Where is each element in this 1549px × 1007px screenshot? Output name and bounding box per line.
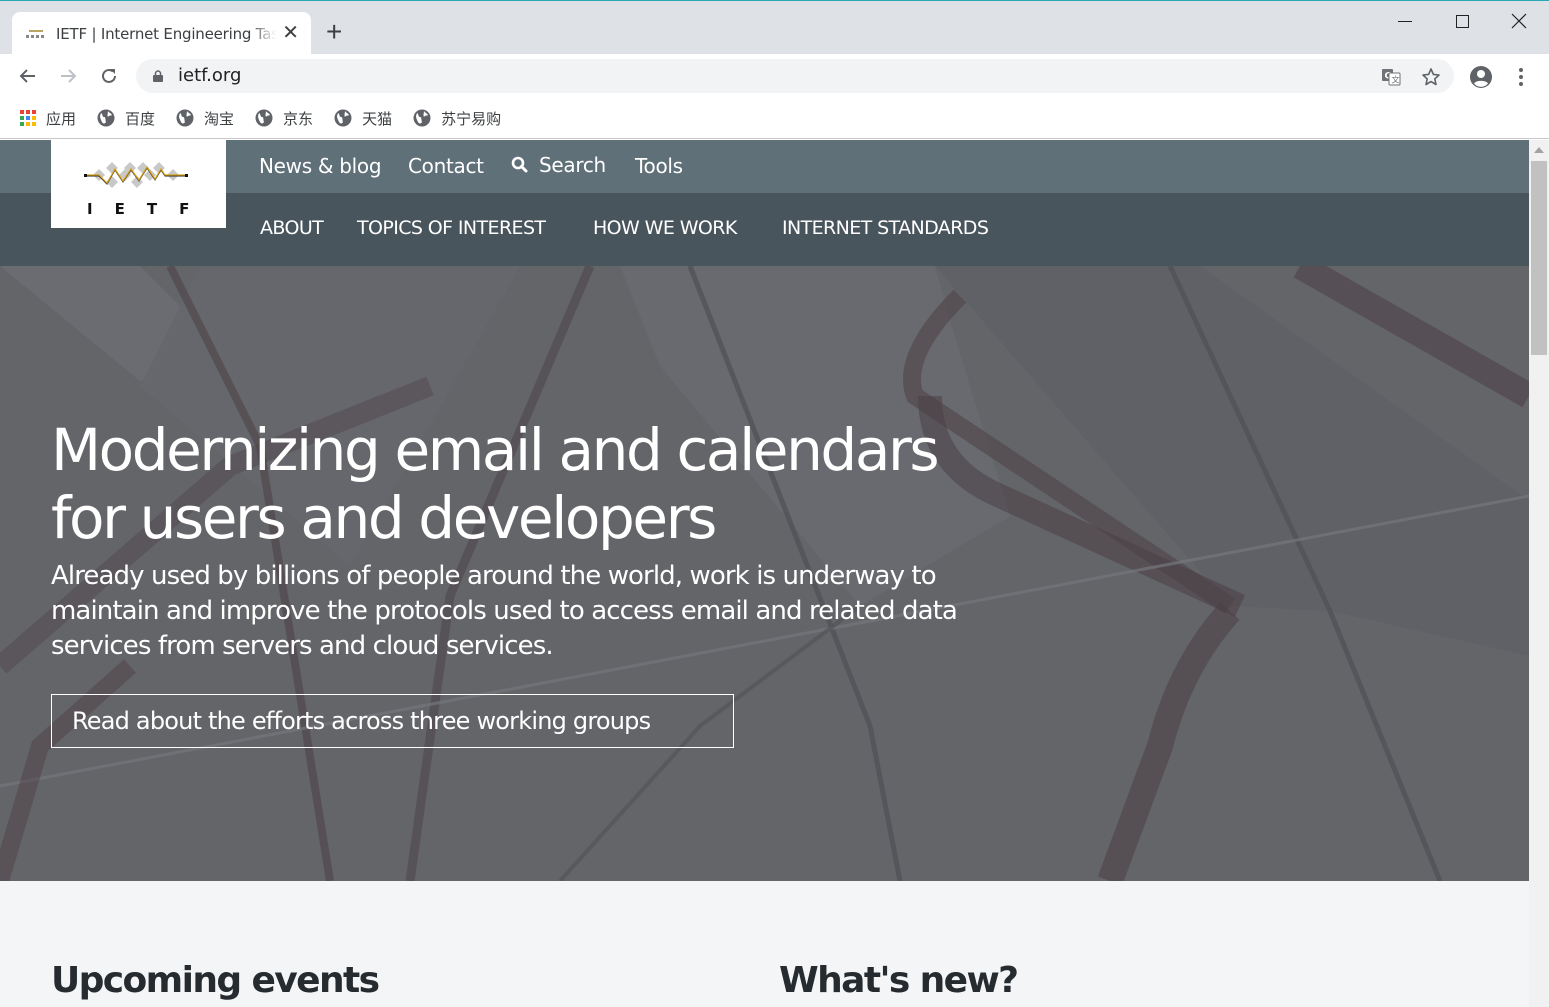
bookmark-label: 天猫 bbox=[362, 109, 393, 128]
page-scrollbar[interactable] bbox=[1529, 140, 1549, 1007]
nav-internet-standards[interactable]: INTERNET STANDARDS bbox=[782, 217, 989, 239]
bookmarks-bar: 应用 百度 淘宝 京东 天猫 苏宁易购 bbox=[0, 98, 1549, 139]
globe-icon bbox=[334, 109, 352, 127]
globe-icon bbox=[413, 109, 431, 127]
maximize-icon bbox=[1455, 14, 1469, 28]
bookmark-tmall[interactable]: 天猫 bbox=[334, 105, 392, 131]
search-icon bbox=[511, 156, 528, 173]
bookmark-label: 应用 bbox=[46, 109, 77, 128]
svg-text:文: 文 bbox=[1392, 75, 1400, 85]
main-nav-bar bbox=[0, 193, 1529, 266]
bookmark-label: 百度 bbox=[125, 109, 156, 128]
upcoming-events-heading: Upcoming events bbox=[51, 960, 380, 1001]
logo-wordmark: I E T F bbox=[87, 200, 190, 218]
arrow-right-icon bbox=[61, 69, 77, 83]
lock-icon bbox=[153, 70, 163, 82]
bookmark-star-button[interactable] bbox=[1420, 66, 1442, 88]
ietf-favicon-icon bbox=[26, 29, 46, 39]
hero-subtitle: Already used by billions of people aroun… bbox=[51, 561, 958, 661]
address-bar[interactable]: ietf.org G文 bbox=[136, 59, 1454, 93]
forward-button[interactable] bbox=[55, 63, 81, 89]
bookmark-suning[interactable]: 苏宁易购 bbox=[413, 105, 501, 131]
arrow-left-icon bbox=[19, 69, 35, 83]
bookmark-label: 淘宝 bbox=[204, 109, 235, 128]
tab-title: IETF | Internet Engineering Task Force bbox=[56, 24, 276, 43]
apps-grid-icon bbox=[20, 110, 36, 126]
url-text[interactable]: ietf.org bbox=[178, 65, 241, 86]
scrollbar-thumb[interactable] bbox=[1531, 161, 1547, 355]
hero-title: Modernizing email and calendars for user… bbox=[51, 416, 940, 552]
reload-icon bbox=[102, 68, 116, 83]
read-working-groups-button[interactable]: Read about the efforts across three work… bbox=[51, 694, 734, 748]
translate-button[interactable]: G文 bbox=[1380, 66, 1402, 88]
nav-news-blog-link[interactable]: News & blog bbox=[259, 154, 382, 178]
globe-icon bbox=[255, 109, 273, 127]
nav-topics-of-interest[interactable]: TOPICS OF INTEREST bbox=[357, 217, 546, 239]
nav-contact-link[interactable]: Contact bbox=[408, 154, 484, 178]
back-button[interactable] bbox=[15, 63, 41, 89]
window-maximize-button[interactable] bbox=[1439, 9, 1485, 33]
window-minimize-button[interactable] bbox=[1382, 9, 1428, 33]
browser-toolbar: ietf.org G文 bbox=[0, 54, 1549, 98]
nav-about[interactable]: ABOUT bbox=[260, 217, 324, 239]
utility-nav-bar bbox=[0, 140, 1529, 193]
search-label: Search bbox=[539, 153, 606, 177]
browser-title-bar: IETF | Internet Engineering Task Force ✕… bbox=[0, 0, 1549, 55]
globe-icon bbox=[97, 109, 115, 127]
hero-banner: Modernizing email and calendars for user… bbox=[0, 266, 1529, 881]
nav-search-link[interactable]: Search bbox=[511, 153, 606, 177]
profile-avatar-icon[interactable] bbox=[1469, 65, 1493, 89]
ietf-logo[interactable]: I E T F bbox=[51, 140, 226, 228]
reload-button[interactable] bbox=[96, 63, 122, 89]
bookmark-jd[interactable]: 京东 bbox=[255, 105, 313, 131]
window-close-button[interactable] bbox=[1496, 9, 1542, 33]
tab-close-icon[interactable]: ✕ bbox=[282, 22, 299, 44]
nav-tools-link[interactable]: Tools bbox=[635, 154, 683, 178]
scroll-up-arrow-icon[interactable] bbox=[1534, 147, 1544, 153]
close-icon bbox=[1511, 13, 1527, 29]
nav-how-we-work[interactable]: HOW WE WORK bbox=[593, 217, 737, 239]
browser-menu-button[interactable] bbox=[1512, 66, 1530, 88]
page-viewport: I E T F News & blog Contact Search Tools… bbox=[0, 140, 1529, 1007]
globe-icon bbox=[176, 109, 194, 127]
translate-icon: G文 bbox=[1382, 69, 1401, 86]
bookmark-baidu[interactable]: 百度 bbox=[97, 105, 155, 131]
ietf-diamond-logo-icon bbox=[84, 162, 188, 188]
bookmark-taobao[interactable]: 淘宝 bbox=[176, 105, 234, 131]
star-icon bbox=[1422, 68, 1440, 86]
minimize-icon bbox=[1398, 20, 1412, 22]
browser-tab-active[interactable]: IETF | Internet Engineering Task Force ✕ bbox=[12, 12, 311, 55]
bookmark-apps[interactable]: 应用 bbox=[20, 105, 76, 131]
bookmark-label: 苏宁易购 bbox=[441, 109, 502, 128]
bookmark-label: 京东 bbox=[283, 109, 314, 128]
new-tab-button[interactable]: + bbox=[326, 18, 342, 46]
whats-new-heading: What's new? bbox=[779, 960, 1019, 1001]
